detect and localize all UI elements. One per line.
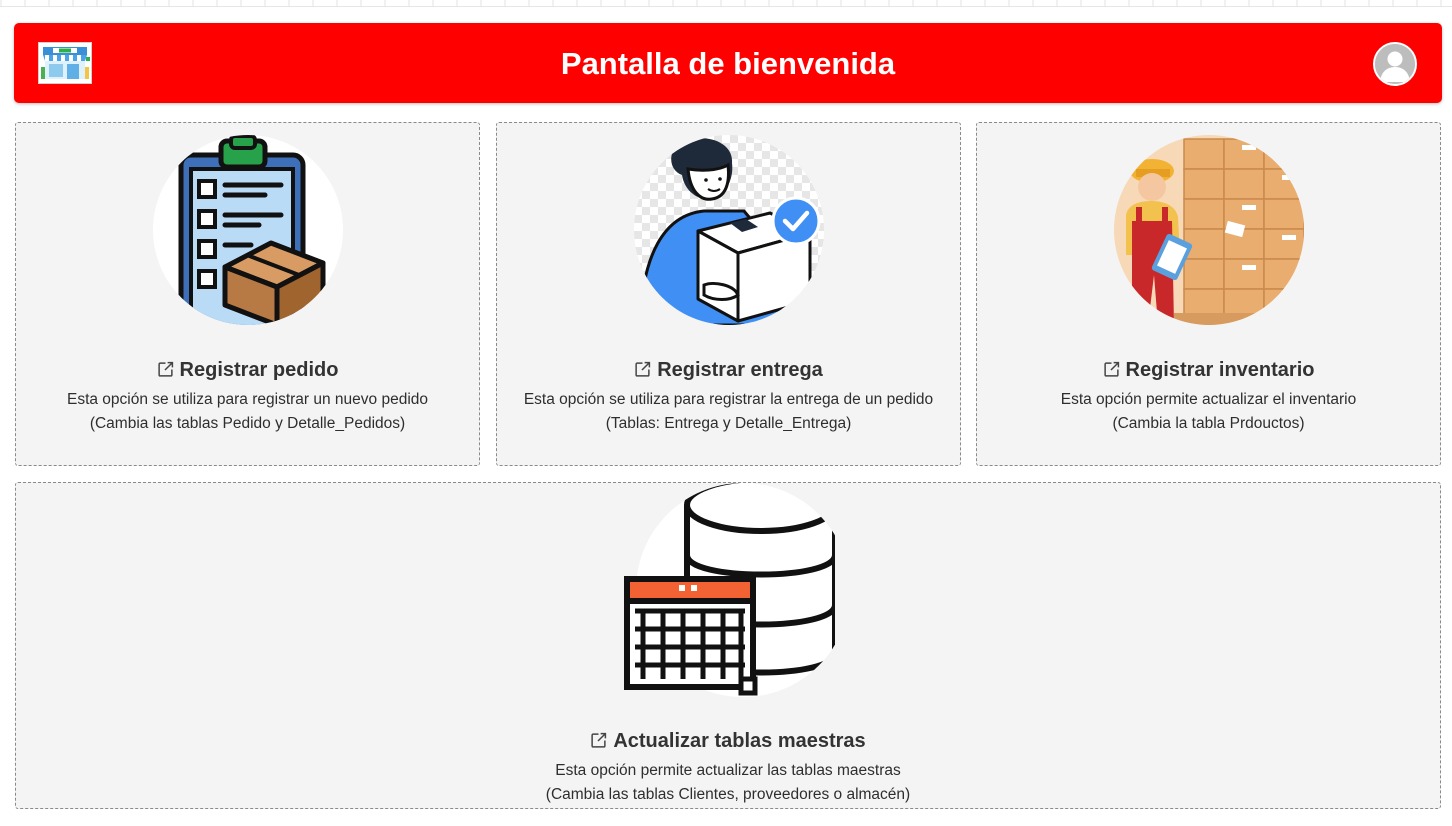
card-description-line2: (Cambia las tablas Pedido y Detalle_Pedi… [89,415,406,432]
page-title: Pantalla de bienvenida [560,46,896,81]
card-title-row[interactable]: Registrar pedido [16,359,479,384]
card-actualizar-tablas-maestras[interactable]: Actualizar tablas maestras Esta opción p… [15,482,1441,809]
card-description: Esta opción permite actualizar las tabla… [16,759,1440,807]
card-description-line2: (Tablas: Entrega y Detalle_Entrega) [605,415,852,432]
warehouse-worker-icon [1113,135,1304,325]
card-description-line2: (Cambia las tablas Clientes, proveedores… [545,786,911,803]
card-title-row[interactable]: Registrar inventario [977,359,1440,384]
delivery-person-icon [633,135,824,325]
card-description-line2: (Cambia la tabla Prdouctos) [1112,415,1305,432]
card-title-row[interactable]: Registrar entrega [497,359,960,384]
card-registrar-entrega[interactable]: Registrar entrega Esta opción se utiliza… [496,122,961,466]
card-title: Registrar inventario [1125,359,1315,381]
browser-top-edge [0,0,1452,7]
external-link-icon[interactable] [1103,361,1120,384]
card-description: Esta opción permite actualizar el invent… [977,388,1440,436]
card-description-line1: Esta opción se utiliza para registrar un… [66,391,429,408]
user-avatar-icon[interactable] [1373,42,1417,86]
card-title: Registrar entrega [657,359,823,381]
card-title-row[interactable]: Actualizar tablas maestras [16,730,1440,755]
database-calendar-icon [621,483,838,697]
card-description-line1: Esta opción permite actualizar las tabla… [555,762,901,779]
card-description: Esta opción se utiliza para registrar un… [16,388,479,436]
external-link-icon[interactable] [634,361,651,384]
app-header: Pantalla de bienvenida [14,23,1442,103]
card-title: Actualizar tablas maestras [613,730,866,752]
card-description: Esta opción se utiliza para registrar la… [497,388,960,436]
card-registrar-inventario[interactable]: Registrar inventario Esta opción permite… [976,122,1441,466]
external-link-icon[interactable] [157,361,174,384]
card-registrar-pedido[interactable]: Registrar pedido Esta opción se utiliza … [15,122,480,466]
card-description-line1: Esta opción permite actualizar el invent… [1060,391,1357,408]
card-description-line1: Esta opción se utiliza para registrar la… [523,391,934,408]
clipboard-box-icon [152,135,343,325]
external-link-icon[interactable] [590,732,607,755]
card-title: Registrar pedido [179,359,339,381]
